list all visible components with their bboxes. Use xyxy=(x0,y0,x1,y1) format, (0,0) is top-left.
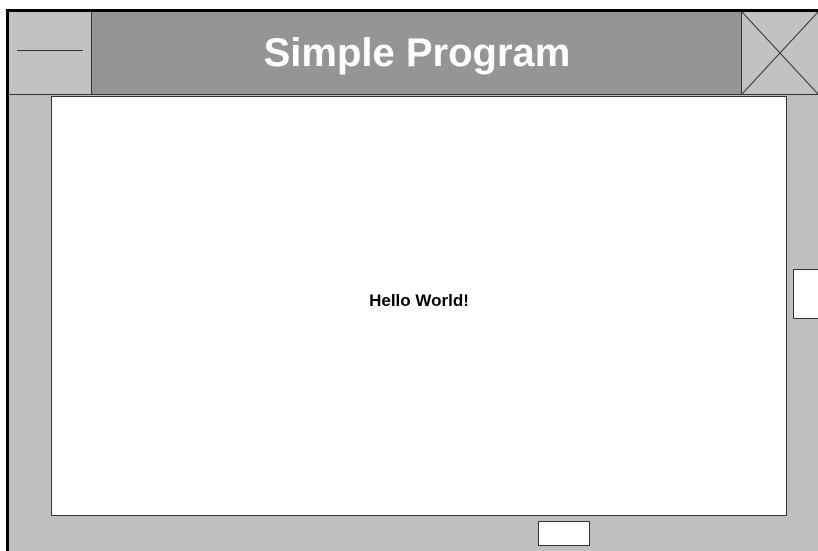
close-button[interactable] xyxy=(741,12,818,94)
hello-message: Hello World! xyxy=(369,291,469,310)
horizontal-scrollbar-thumb[interactable] xyxy=(538,521,590,546)
vertical-scrollbar-thumb[interactable] xyxy=(793,269,818,319)
minimize-dash-icon xyxy=(17,50,83,51)
client-area: Hello World! xyxy=(51,96,787,516)
app-window: Simple Program Hello World! xyxy=(6,9,818,551)
close-x-icon xyxy=(742,12,818,94)
window-menu-button[interactable] xyxy=(9,12,92,94)
title-bar[interactable]: Simple Program xyxy=(9,12,818,95)
window-title: Simple Program xyxy=(263,31,571,75)
